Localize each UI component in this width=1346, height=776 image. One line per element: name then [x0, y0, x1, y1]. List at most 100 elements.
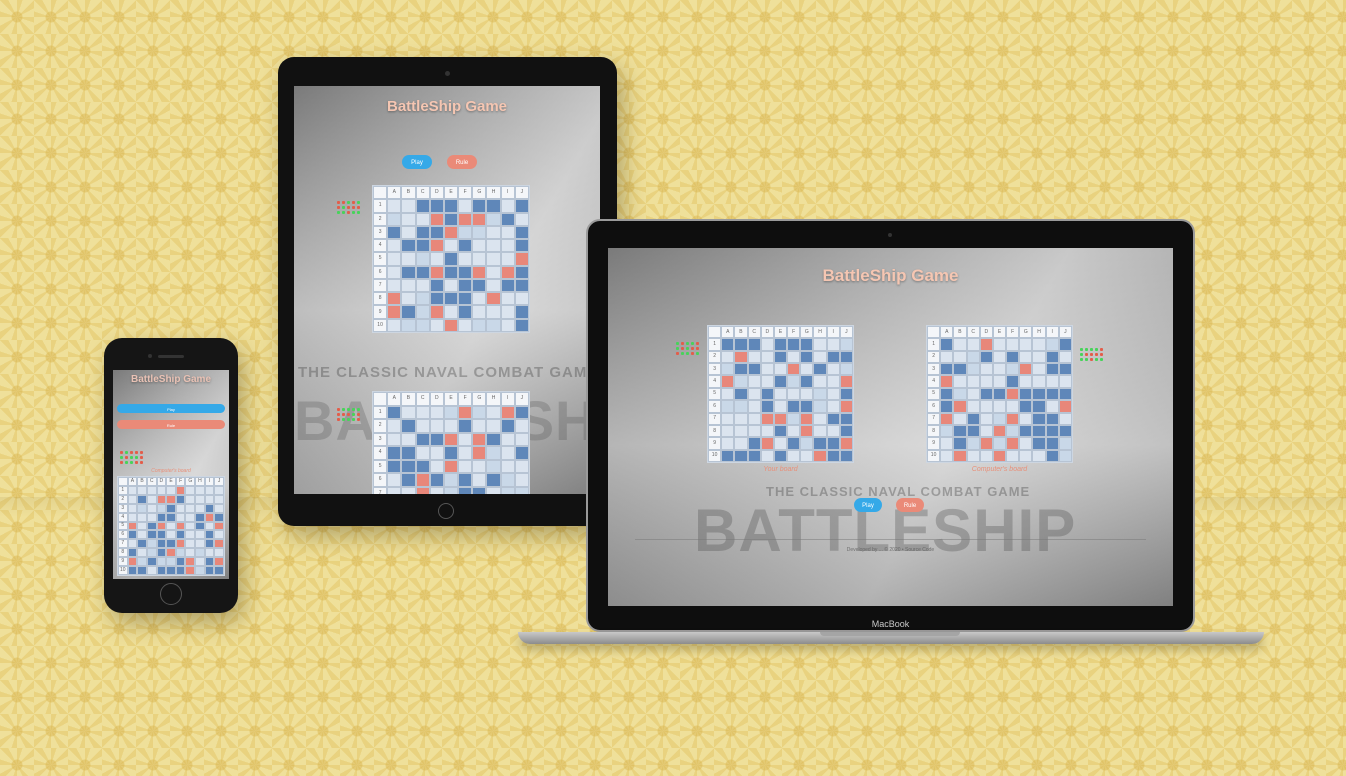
- grid-cell[interactable]: [760, 424, 774, 438]
- grid-cell[interactable]: [472, 473, 487, 487]
- grid-cell[interactable]: [813, 424, 827, 438]
- grid-cell[interactable]: [166, 512, 176, 522]
- grid-cell[interactable]: [137, 539, 147, 549]
- grid-cell[interactable]: [1006, 375, 1020, 388]
- grid-cell[interactable]: [966, 375, 980, 388]
- grid-cell[interactable]: [747, 338, 761, 351]
- grid-cell[interactable]: [458, 199, 473, 213]
- grid-cell[interactable]: [429, 265, 444, 279]
- grid-cell[interactable]: [127, 521, 138, 531]
- grid-cell[interactable]: [195, 503, 205, 513]
- grid-cell[interactable]: [1032, 387, 1046, 401]
- grid-cell[interactable]: [443, 486, 459, 494]
- grid-cell[interactable]: [387, 305, 402, 319]
- grid-cell[interactable]: [500, 446, 515, 460]
- grid-cell[interactable]: [992, 387, 1007, 401]
- grid-cell[interactable]: [458, 292, 473, 306]
- grid-cell[interactable]: [429, 318, 444, 332]
- grid-cell[interactable]: [514, 265, 529, 279]
- grid-cell[interactable]: [429, 199, 444, 213]
- grid-cell[interactable]: [953, 375, 967, 388]
- grid-cell[interactable]: [185, 548, 196, 558]
- grid-cell[interactable]: [156, 566, 167, 575]
- grid-cell[interactable]: [127, 557, 138, 567]
- grid-cell[interactable]: [773, 350, 788, 364]
- grid-cell[interactable]: [146, 530, 157, 540]
- grid-cell[interactable]: [127, 548, 138, 558]
- grid-cell[interactable]: [175, 530, 186, 540]
- grid-cell[interactable]: [826, 363, 840, 376]
- grid-cell[interactable]: [387, 199, 402, 213]
- grid-cell[interactable]: [443, 225, 459, 240]
- grid-cell[interactable]: [1032, 437, 1046, 450]
- grid-cell[interactable]: [429, 292, 444, 306]
- grid-cell[interactable]: [800, 387, 814, 401]
- grid-cell[interactable]: [472, 446, 487, 460]
- grid-cell[interactable]: [953, 424, 967, 438]
- grid-cell[interactable]: [966, 338, 980, 351]
- grid-cell[interactable]: [166, 557, 176, 567]
- grid-cell[interactable]: [1006, 338, 1020, 351]
- grid-cell[interactable]: [429, 432, 444, 446]
- grid-cell[interactable]: [486, 265, 501, 279]
- grid-cell[interactable]: [415, 212, 430, 226]
- grid-cell[interactable]: [156, 521, 167, 531]
- grid-cell[interactable]: [514, 432, 529, 446]
- grid-cell[interactable]: [940, 375, 954, 388]
- grid-cell[interactable]: [401, 305, 416, 319]
- grid-cell[interactable]: [747, 437, 761, 450]
- grid-cell[interactable]: [458, 318, 473, 332]
- grid-cell[interactable]: [1006, 424, 1020, 438]
- grid-cell[interactable]: [992, 350, 1007, 364]
- grid-cell[interactable]: [721, 449, 735, 462]
- grid-cell[interactable]: [787, 412, 801, 425]
- grid-cell[interactable]: [166, 494, 176, 504]
- grid-cell[interactable]: [175, 503, 186, 513]
- grid-cell[interactable]: [137, 557, 147, 567]
- grid-cell[interactable]: [760, 449, 774, 462]
- grid-cell[interactable]: [940, 437, 954, 450]
- grid-cell[interactable]: [953, 350, 967, 364]
- grid-cell[interactable]: [458, 473, 473, 487]
- grid-cell[interactable]: [137, 503, 147, 513]
- grid-cell[interactable]: [185, 512, 196, 522]
- grid-cell[interactable]: [1032, 412, 1046, 425]
- grid-cell[interactable]: [204, 521, 215, 531]
- grid-cell[interactable]: [429, 225, 444, 240]
- grid-cell[interactable]: [992, 338, 1007, 351]
- grid-cell[interactable]: [486, 212, 501, 226]
- grid-cell[interactable]: [443, 278, 459, 293]
- grid-cell[interactable]: [500, 278, 515, 293]
- grid-cell[interactable]: [760, 363, 774, 376]
- grid-cell[interactable]: [1019, 338, 1033, 351]
- rule-button[interactable]: Rule: [896, 498, 924, 512]
- grid-cell[interactable]: [953, 387, 967, 401]
- grid-cell[interactable]: [472, 459, 487, 473]
- grid-cell[interactable]: [175, 485, 186, 495]
- grid-cell[interactable]: [127, 530, 138, 540]
- grid-cell[interactable]: [185, 503, 196, 513]
- grid-cell[interactable]: [1006, 412, 1020, 425]
- grid-cell[interactable]: [127, 485, 138, 495]
- grid-cell[interactable]: [721, 338, 735, 351]
- grid-cell[interactable]: [387, 419, 402, 433]
- grid-cell[interactable]: [387, 265, 402, 279]
- grid-cell[interactable]: [813, 375, 827, 388]
- grid-cell[interactable]: [787, 363, 801, 376]
- grid-cell[interactable]: [839, 363, 853, 376]
- grid-cell[interactable]: [940, 387, 954, 401]
- grid-cell[interactable]: [486, 292, 501, 306]
- grid-cell[interactable]: [953, 412, 967, 425]
- grid-cell[interactable]: [760, 375, 774, 388]
- grid-cell[interactable]: [214, 548, 224, 558]
- grid-cell[interactable]: [185, 530, 196, 540]
- grid-cell[interactable]: [1032, 350, 1046, 364]
- grid-cell[interactable]: [966, 350, 980, 364]
- grid-cell[interactable]: [940, 350, 954, 364]
- grid-cell[interactable]: [940, 363, 954, 376]
- grid-cell[interactable]: [204, 494, 215, 504]
- grid-cell[interactable]: [472, 419, 487, 433]
- grid-cell[interactable]: [195, 494, 205, 504]
- grid-cell[interactable]: [500, 199, 515, 213]
- grid-cell[interactable]: [415, 446, 430, 460]
